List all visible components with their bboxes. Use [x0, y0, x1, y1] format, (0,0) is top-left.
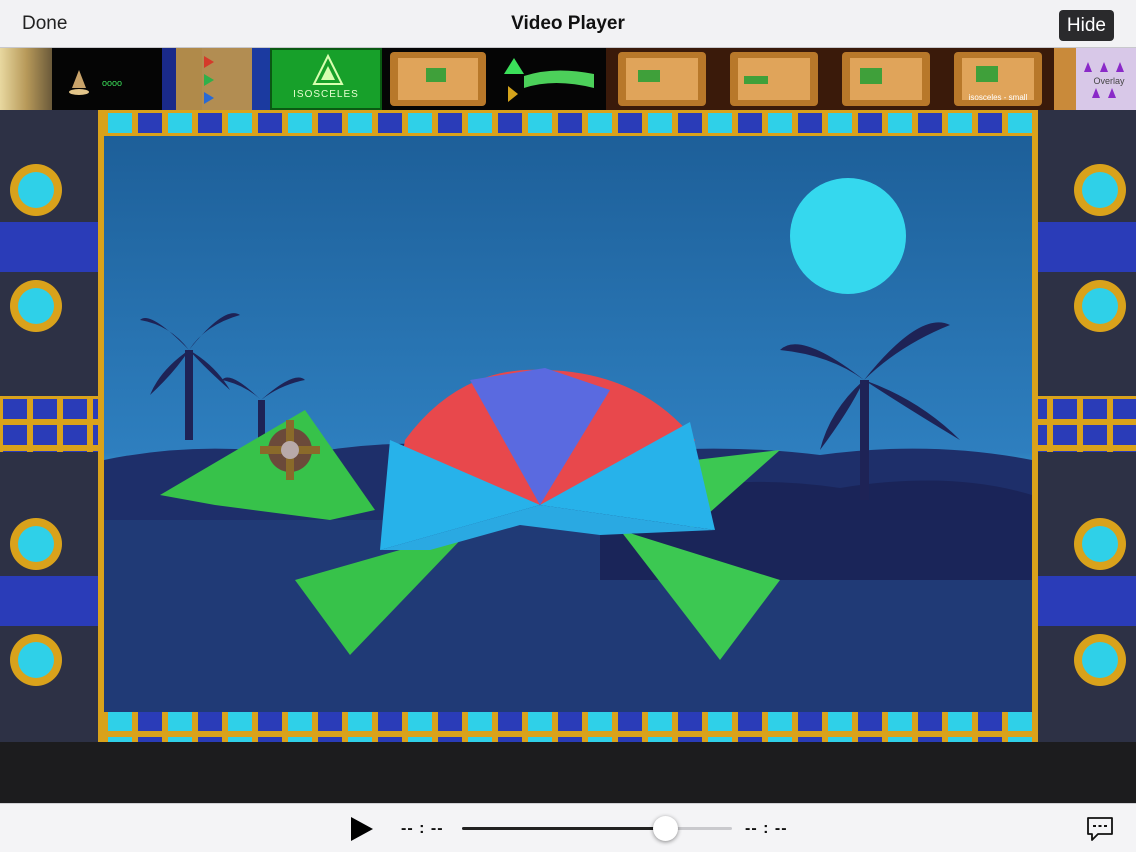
scrubber-knob[interactable]: [652, 816, 678, 841]
playback-toolbar: -- : -- -- : --: [0, 803, 1136, 852]
thumbnail-filmstrip[interactable]: oooo ISOSCELES isosceles - small Overlay: [0, 48, 1136, 110]
captions-icon[interactable]: [1086, 816, 1114, 842]
video-content: [0, 110, 1136, 742]
thumbnail-6[interactable]: [494, 48, 606, 110]
thumbnail-label: Overlay: [1093, 76, 1125, 86]
nav-bar: Done Video Player Hide: [0, 0, 1136, 48]
thumbnail-10[interactable]: isosceles - small: [942, 48, 1054, 110]
remaining-time: -- : --: [745, 820, 788, 837]
thumbnail-2[interactable]: oooo: [52, 48, 162, 110]
hide-button[interactable]: Hide: [1058, 10, 1114, 41]
scrubber-track[interactable]: [462, 816, 732, 841]
thumbnail-label: isosceles - small: [968, 93, 1028, 102]
thumbnail-image: [204, 56, 214, 104]
thumbnail-5[interactable]: [382, 48, 494, 110]
elapsed-time: -- : --: [401, 820, 444, 837]
thumbnail-label: oooo: [102, 78, 123, 88]
thumbnail-label: ISOSCELES: [293, 89, 359, 100]
scrubber-fill: [462, 827, 665, 830]
thumbnail-image: [390, 52, 486, 106]
thumbnail-image: [504, 58, 594, 102]
thumbnail-image: [842, 52, 930, 106]
thumbnail-7[interactable]: [606, 48, 718, 110]
thumbnail-11[interactable]: Overlay: [1054, 48, 1136, 110]
thumbnail-8[interactable]: [718, 48, 830, 110]
thumbnail-image: [312, 53, 344, 85]
letterbox-bar: [0, 742, 1136, 803]
page-title: Video Player: [511, 13, 625, 34]
thumbnail-3[interactable]: [162, 48, 270, 110]
thumbnail-image: [730, 52, 818, 106]
thumbnail-image: [618, 52, 706, 106]
play-icon[interactable]: [349, 816, 375, 842]
thumbnail-1[interactable]: [0, 48, 52, 110]
video-frame[interactable]: [0, 110, 1136, 742]
thumbnail-9[interactable]: [830, 48, 942, 110]
thumbnail-4[interactable]: ISOSCELES: [270, 48, 382, 110]
